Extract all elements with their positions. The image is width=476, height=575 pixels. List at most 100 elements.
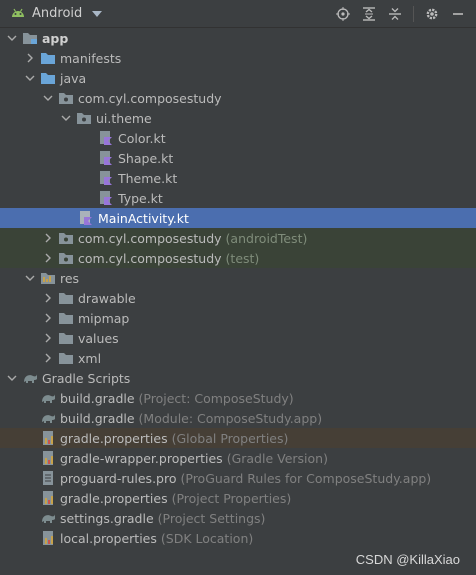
chevron-down-icon[interactable] — [6, 32, 18, 44]
tree-hint: (Global Properties) — [171, 430, 289, 446]
text-file-icon — [40, 470, 56, 486]
package-icon — [58, 230, 74, 246]
tree-node-gradle-properties-global[interactable]: gradle.properties (Global Properties) — [0, 428, 476, 448]
tree-label: drawable — [78, 290, 136, 306]
properties-file-icon — [40, 430, 56, 446]
gradle-elephant-icon — [22, 370, 38, 386]
tree-node-gradle-wrapper[interactable]: gradle-wrapper.properties (Gradle Versio… — [0, 448, 476, 468]
tree-node-res[interactable]: res — [0, 268, 476, 288]
tree-label: Gradle Scripts — [42, 370, 131, 386]
tree-label: settings.gradle — [60, 510, 154, 526]
kotlin-file-icon — [98, 130, 114, 146]
chevron-down-icon — [92, 10, 103, 17]
tree-node-gradle-scripts[interactable]: Gradle Scripts — [0, 368, 476, 388]
tree-label: manifests — [60, 50, 122, 66]
tree-node-theme-kt[interactable]: Theme.kt — [0, 168, 476, 188]
locate-icon[interactable] — [335, 6, 351, 22]
project-toolbar: Android — [0, 0, 476, 28]
chevron-down-icon[interactable] — [60, 112, 72, 124]
chevron-right-icon[interactable] — [42, 292, 54, 304]
tree-node-values[interactable]: values — [0, 328, 476, 348]
tree-hint: (Module: ComposeStudy.app) — [138, 410, 323, 426]
tree-hint: (Gradle Version) — [226, 450, 328, 466]
tree-hint: (SDK Location) — [160, 530, 254, 546]
tree-label: gradle.properties — [60, 430, 168, 446]
tree-hint: (Project Properties) — [171, 490, 292, 506]
tree-label: proguard-rules.pro — [60, 470, 177, 486]
tree-label: gradle.properties — [60, 490, 168, 506]
view-selector[interactable]: Android — [10, 5, 103, 22]
tree-node-gradle-properties-project[interactable]: gradle.properties (Project Properties) — [0, 488, 476, 508]
tree-node-manifests[interactable]: manifests — [0, 48, 476, 68]
tree-node-shape-kt[interactable]: Shape.kt — [0, 148, 476, 168]
package-icon — [58, 250, 74, 266]
chevron-right-icon[interactable] — [42, 232, 54, 244]
tree-node-package-android-test[interactable]: com.cyl.composestudy (androidTest) — [0, 228, 476, 248]
tree-node-app[interactable]: app — [0, 28, 476, 48]
tree-hint: (androidTest) — [225, 230, 308, 246]
tree-node-main-activity[interactable]: MainActivity.kt — [0, 208, 476, 228]
tree-node-proguard-rules[interactable]: proguard-rules.pro (ProGuard Rules for C… — [0, 468, 476, 488]
module-folder-icon — [22, 30, 38, 46]
folder-icon — [58, 290, 74, 306]
tree-label: java — [60, 70, 87, 86]
tree-label: com.cyl.composestudy — [78, 230, 222, 246]
tree-node-package-main[interactable]: com.cyl.composestudy — [0, 88, 476, 108]
tree-node-xml[interactable]: xml — [0, 348, 476, 368]
tree-label: res — [60, 270, 80, 286]
project-tree: app manifests java com.cyl.composestudy … — [0, 28, 476, 548]
kotlin-file-icon — [98, 170, 114, 186]
tree-node-color-kt[interactable]: Color.kt — [0, 128, 476, 148]
kotlin-class-icon — [78, 210, 94, 226]
chevron-down-icon[interactable] — [6, 372, 18, 384]
tree-node-ui-theme[interactable]: ui.theme — [0, 108, 476, 128]
tree-hint: (Project: ComposeStudy) — [138, 390, 294, 406]
gradle-elephant-icon — [40, 410, 56, 426]
tree-node-type-kt[interactable]: Type.kt — [0, 188, 476, 208]
tree-label: MainActivity.kt — [98, 210, 189, 226]
tree-label: com.cyl.composestudy — [78, 250, 222, 266]
tree-node-package-test[interactable]: com.cyl.composestudy (test) — [0, 248, 476, 268]
properties-file-icon — [40, 450, 56, 466]
chevron-right-icon[interactable] — [42, 332, 54, 344]
chevron-right-icon[interactable] — [42, 252, 54, 264]
tree-node-local-properties[interactable]: local.properties (SDK Location) — [0, 528, 476, 548]
resources-folder-icon — [40, 270, 56, 286]
folder-icon — [58, 350, 74, 366]
tree-label: Theme.kt — [118, 170, 178, 186]
gradle-elephant-icon — [40, 390, 56, 406]
tree-hint: (test) — [225, 250, 260, 266]
expand-all-icon[interactable] — [361, 6, 377, 22]
tree-label: app — [42, 30, 69, 46]
tree-label: values — [78, 330, 119, 346]
tree-label: gradle-wrapper.properties — [60, 450, 223, 466]
tree-label: xml — [78, 350, 102, 366]
package-icon — [58, 90, 74, 106]
tree-label: Shape.kt — [118, 150, 174, 166]
tree-hint: (Project Settings) — [157, 510, 266, 526]
chevron-right-icon[interactable] — [42, 352, 54, 364]
tree-label: mipmap — [78, 310, 130, 326]
minimize-icon[interactable] — [450, 6, 466, 22]
folder-icon — [40, 50, 56, 66]
toolbar-divider — [413, 6, 414, 22]
chevron-down-icon[interactable] — [24, 72, 36, 84]
tree-hint: (ProGuard Rules for ComposeStudy.app) — [180, 470, 432, 486]
folder-icon — [40, 70, 56, 86]
tree-label: Type.kt — [118, 190, 163, 206]
tree-node-settings-gradle[interactable]: settings.gradle (Project Settings) — [0, 508, 476, 528]
tree-node-build-gradle-module[interactable]: build.gradle (Module: ComposeStudy.app) — [0, 408, 476, 428]
chevron-right-icon[interactable] — [42, 312, 54, 324]
tree-node-build-gradle-project[interactable]: build.gradle (Project: ComposeStudy) — [0, 388, 476, 408]
chevron-down-icon[interactable] — [42, 92, 54, 104]
settings-icon[interactable] — [424, 6, 440, 22]
collapse-all-icon[interactable] — [387, 6, 403, 22]
chevron-right-icon[interactable] — [24, 52, 36, 64]
kotlin-file-icon — [98, 150, 114, 166]
tree-node-drawable[interactable]: drawable — [0, 288, 476, 308]
tree-node-mipmap[interactable]: mipmap — [0, 308, 476, 328]
tree-node-java[interactable]: java — [0, 68, 476, 88]
tree-label: local.properties — [60, 530, 157, 546]
chevron-down-icon[interactable] — [24, 272, 36, 284]
tree-label: build.gradle — [60, 390, 135, 406]
